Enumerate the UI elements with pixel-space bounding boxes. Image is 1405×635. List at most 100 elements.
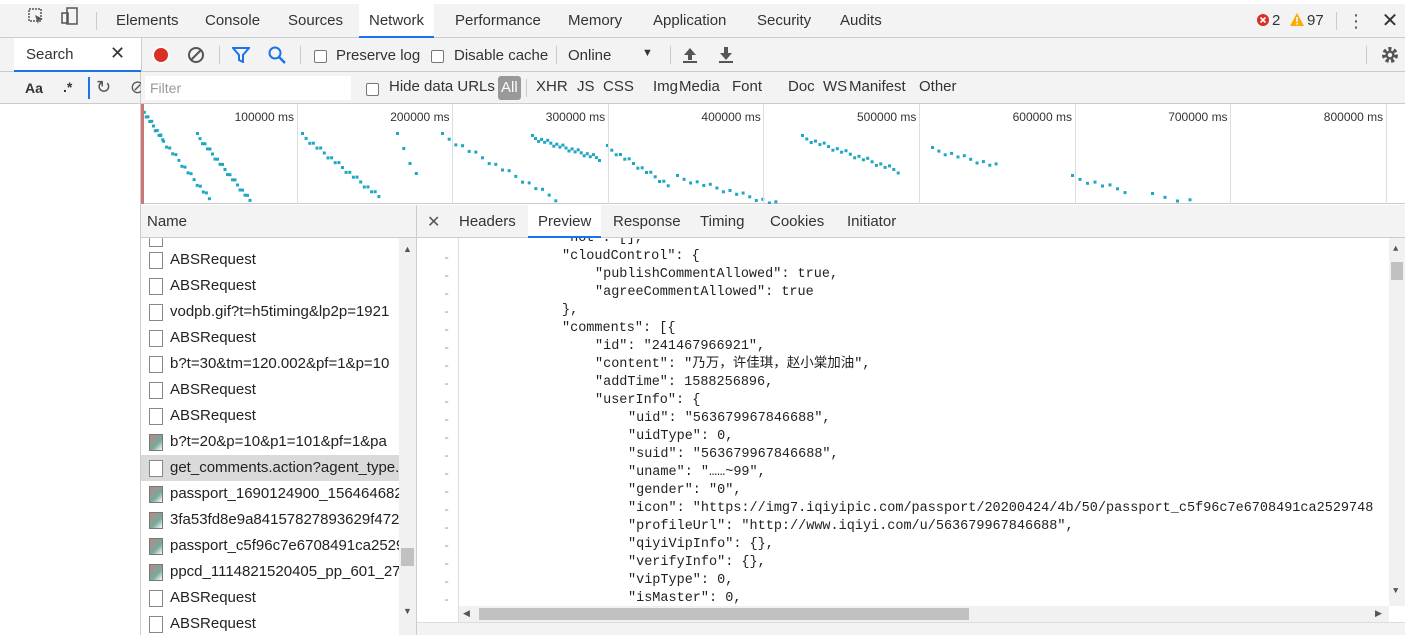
tab-audits[interactable]: Audits — [830, 4, 892, 38]
request-dot — [198, 137, 202, 141]
hide-data-urls-checkbox[interactable] — [366, 80, 379, 96]
error-icon[interactable] — [1256, 4, 1270, 38]
scroll-down-icon[interactable]: ▼ — [403, 606, 412, 616]
request-row[interactable]: 3fa53fd8e9a84157827893629f472 — [141, 507, 399, 533]
clear-icon[interactable] — [187, 46, 205, 67]
warning-count[interactable]: 97 — [1307, 4, 1324, 38]
detail-tab-preview[interactable]: Preview — [528, 205, 602, 238]
scrollbar-thumb[interactable] — [401, 548, 414, 566]
request-dot — [494, 162, 498, 166]
import-har-icon[interactable] — [682, 46, 698, 67]
search-input[interactable] — [88, 77, 90, 99]
timeline-start-marker — [141, 104, 144, 204]
name-column-header[interactable]: Name — [141, 205, 417, 238]
timeline-overview[interactable]: 100000 ms 200000 ms 300000 ms 400000 ms 5000… — [141, 104, 1405, 204]
filter-type-manifest[interactable]: Manifest — [849, 78, 906, 95]
settings-gear-icon[interactable] — [1380, 45, 1400, 68]
tab-sources[interactable]: Sources — [278, 4, 353, 38]
tab-network[interactable]: Network — [359, 4, 435, 38]
close-devtools-icon[interactable]: ✕ — [1378, 4, 1402, 38]
request-row[interactable]: ABSRequest — [141, 403, 399, 429]
match-case-toggle[interactable]: Aa — [25, 80, 43, 96]
tab-console[interactable]: Console — [195, 4, 270, 38]
filter-type-media[interactable]: Media — [679, 78, 720, 95]
scrollbar-thumb[interactable] — [479, 608, 969, 620]
request-row[interactable]: ABSRequest — [141, 585, 399, 611]
filter-icon[interactable] — [230, 47, 252, 66]
tab-application[interactable]: Application — [643, 4, 736, 38]
request-row[interactable]: ABSRequest — [141, 377, 399, 403]
request-row[interactable]: ABSRequest — [141, 325, 399, 351]
export-har-icon[interactable] — [718, 46, 734, 67]
request-row[interactable]: get_comments.action?agent_type. — [141, 455, 399, 481]
request-row[interactable]: ABSRequest — [141, 273, 399, 299]
request-row[interactable]: ppcd_1114821520405_pp_601_270 — [141, 559, 399, 585]
request-row[interactable]: ABSRequest — [141, 611, 399, 635]
tab-performance[interactable]: Performance — [445, 4, 551, 38]
request-dot — [547, 193, 551, 197]
close-detail-icon[interactable]: ✕ — [427, 212, 440, 232]
filter-type-ws[interactable]: WS — [823, 78, 847, 95]
request-dot — [614, 153, 618, 157]
preview-horizontal-scrollbar[interactable]: ◀ ▶ — [459, 606, 1389, 622]
scroll-up-icon[interactable]: ▲ — [403, 244, 412, 254]
detail-tab-response[interactable]: Response — [603, 205, 691, 238]
filter-type-doc[interactable]: Doc — [788, 78, 815, 95]
detail-tab-timing[interactable]: Timing — [690, 205, 754, 238]
request-dot — [708, 182, 712, 186]
scrollbar-thumb[interactable] — [1391, 262, 1403, 280]
preview-vertical-scrollbar[interactable]: ▲ ▼ — [1389, 238, 1405, 606]
timeline-label: 300000 ms — [545, 110, 606, 124]
filter-type-all[interactable]: All — [498, 76, 521, 100]
tab-elements[interactable]: Elements — [106, 4, 189, 38]
request-row[interactable]: b?t=20&p=10&p1=101&pf=1&pa — [141, 429, 399, 455]
disable-cache-label: Disable cache — [454, 47, 549, 64]
request-dot — [975, 161, 979, 165]
request-dot — [441, 132, 444, 135]
gutter-marker: - — [443, 251, 451, 265]
throttle-select[interactable]: Online ▼ — [568, 38, 660, 72]
preserve-log-checkbox[interactable] — [314, 47, 327, 63]
filter-type-other[interactable]: Other — [919, 78, 957, 95]
regex-toggle[interactable]: .* — [63, 79, 72, 95]
detail-tab-initiator[interactable]: Initiator — [837, 205, 906, 238]
request-row[interactable]: b?t=30&tm=120.002&pf=1&p=10 — [141, 351, 399, 377]
close-search-icon[interactable]: ✕ — [110, 43, 125, 64]
filter-type-xhr[interactable]: XHR — [536, 78, 568, 95]
refresh-icon[interactable]: ↻ — [96, 77, 111, 98]
error-count[interactable]: 2 — [1272, 4, 1280, 38]
warning-icon[interactable] — [1289, 4, 1305, 38]
request-row[interactable]: ABSRequest — [141, 247, 399, 273]
divider — [141, 38, 142, 72]
search-tab[interactable]: Search ✕ — [14, 38, 141, 72]
filter-input[interactable]: Filter — [145, 76, 351, 100]
request-dot — [748, 195, 752, 199]
request-row[interactable]: passport_c5f96c7e6708491ca2529 — [141, 533, 399, 559]
search-icon[interactable] — [268, 46, 286, 67]
request-dot — [152, 124, 155, 128]
disable-cache-checkbox[interactable] — [431, 47, 444, 63]
tab-memory[interactable]: Memory — [558, 4, 632, 38]
request-list-scrollbar[interactable]: ▲ ▼ — [399, 238, 416, 635]
inspect-element-icon[interactable] — [24, 4, 48, 38]
request-row[interactable]: passport_1690124900_156464682. — [141, 481, 399, 507]
request-row[interactable]: vodpb.gif?t=h5timing&lp2p=1921 — [141, 299, 399, 325]
tab-security[interactable]: Security — [747, 4, 821, 38]
filter-type-css[interactable]: CSS — [603, 78, 634, 95]
detail-tab-headers[interactable]: Headers — [449, 205, 526, 238]
scroll-right-icon[interactable]: ▶ — [1375, 608, 1382, 619]
filter-type-img[interactable]: Img — [653, 78, 678, 95]
filter-type-js[interactable]: JS — [577, 78, 595, 95]
request-dot — [408, 162, 412, 165]
device-toolbar-icon[interactable] — [58, 4, 82, 38]
scroll-up-icon[interactable]: ▲ — [1393, 244, 1398, 254]
scroll-left-icon[interactable]: ◀ — [463, 608, 470, 619]
record-icon[interactable] — [152, 46, 170, 67]
detail-tab-cookies[interactable]: Cookies — [760, 205, 834, 238]
scroll-down-icon[interactable]: ▼ — [1393, 586, 1398, 596]
doc-icon — [149, 278, 163, 295]
preview-panel: - - - - - - - - - - - - - - - - - - - - "hot": [], "cloudCon… — [417, 238, 1405, 606]
filter-type-font[interactable]: Font — [732, 78, 762, 95]
more-options-icon[interactable]: ⋮ — [1346, 4, 1366, 38]
request-dot — [534, 187, 538, 191]
